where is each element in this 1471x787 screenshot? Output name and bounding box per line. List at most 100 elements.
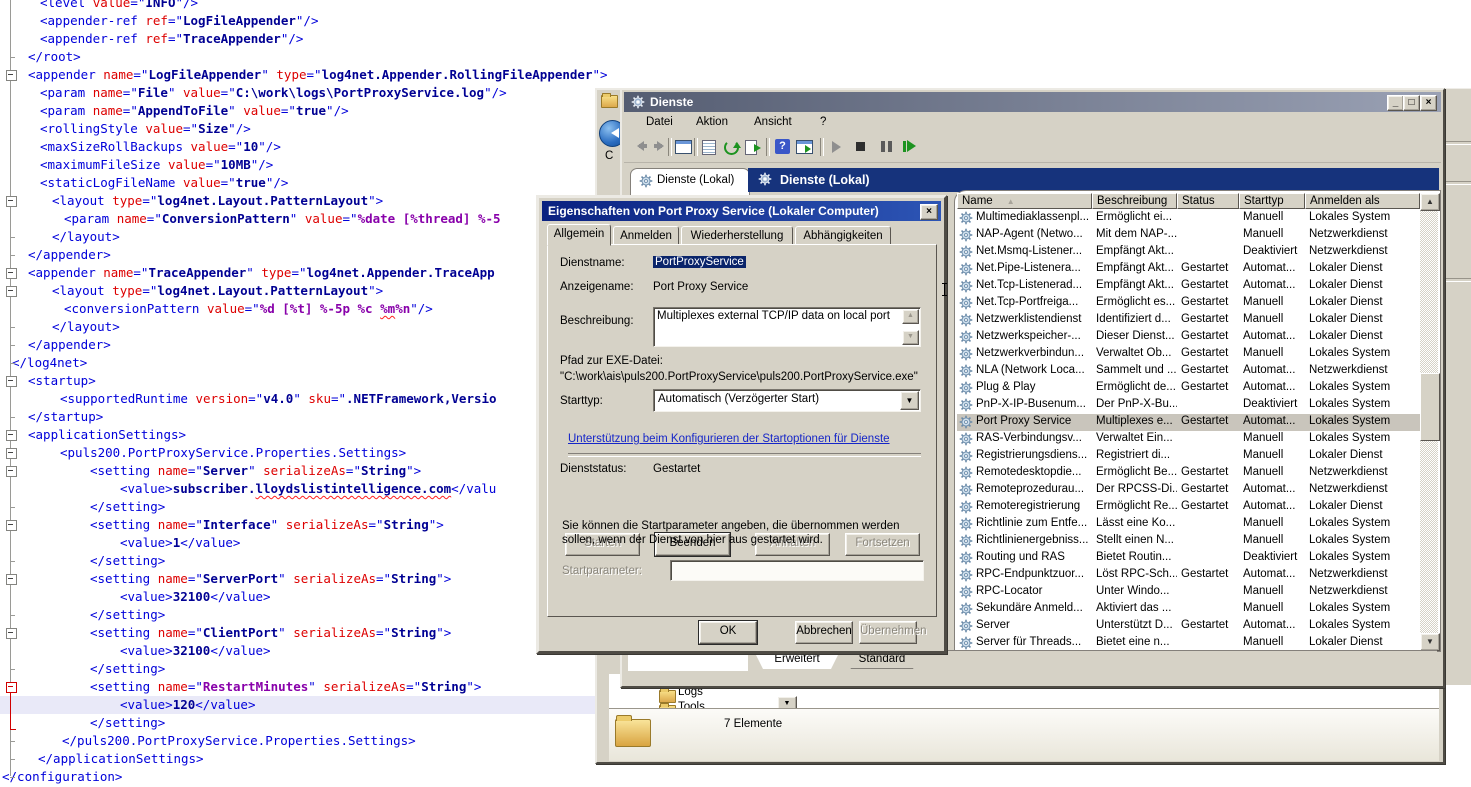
startup-type-select[interactable]: Automatisch (Verzögerter Start) ▼ [653, 389, 921, 412]
dialog-tab-anmelden[interactable]: Anmelden [613, 226, 679, 245]
scroll-down-button[interactable]: ▼ [902, 330, 919, 345]
fold-toggle[interactable] [6, 430, 17, 441]
start-params-input[interactable] [670, 560, 924, 581]
fold-toggle[interactable] [6, 466, 17, 477]
tree-pane-bottom [628, 651, 748, 671]
service-row[interactable]: RPC-LocatorUnter Windo...ManuellNetzwerk… [957, 584, 1420, 601]
menu-item-4[interactable]: ? [816, 115, 830, 129]
fold-toggle[interactable] [6, 376, 17, 387]
service-description: Ermöglicht Re... [1096, 500, 1177, 512]
column-header-starttyp[interactable]: Starttyp [1239, 193, 1305, 209]
code-line: <value>subscriber.lloydslistintelligence… [0, 480, 496, 498]
back-icon [632, 138, 651, 156]
menu-item-1[interactable]: Datei [642, 115, 677, 129]
back-button[interactable] [632, 138, 651, 156]
service-row[interactable]: Registrierungsdiens...Registriert di...M… [957, 448, 1420, 465]
dialog-tab-abhangigkeiten[interactable]: Abhängigkeiten [795, 226, 891, 245]
title-bar[interactable]: Dienste _□× [624, 92, 1441, 112]
fold-toggle[interactable] [6, 70, 17, 81]
fold-toggle[interactable] [6, 682, 17, 693]
service-row[interactable]: Port Proxy ServiceMultiplexes e...Gestar… [957, 414, 1420, 431]
extended-standard-view-button[interactable] [796, 138, 815, 156]
combo-dropdown-button[interactable]: ▼ [900, 391, 919, 410]
help-button[interactable]: ? [774, 138, 793, 156]
console-tree-root-tab[interactable]: Dienste (Lokal) [630, 168, 750, 193]
fold-toggle[interactable] [6, 196, 17, 207]
services-list[interactable]: Multimediaklassenpl...Ermöglicht ei...Ma… [957, 210, 1420, 650]
service-row[interactable]: Net.Tcp-Portfreiga...Ermöglicht es...Ges… [957, 295, 1420, 312]
service-name: Net.Pipe-Listenera... [976, 262, 1092, 274]
fold-toggle[interactable] [6, 628, 17, 639]
description-textarea[interactable]: Multiplexes external TCP/IP data on loca… [653, 307, 921, 347]
scroll-up-button[interactable]: ▲ [902, 309, 919, 324]
start-service-button[interactable] [828, 138, 847, 156]
dialog-tab-allgemein[interactable]: Allgemein [547, 224, 611, 246]
column-header-label: Status [1182, 195, 1215, 207]
toolbar-separator [766, 138, 770, 156]
ok-button[interactable]: OK [699, 621, 757, 644]
column-header-beschreibung[interactable]: Beschreibung [1092, 193, 1177, 209]
service-row[interactable]: NetzwerklistendienstIdentifiziert d...Ge… [957, 312, 1420, 329]
service-row[interactable]: Net.Pipe-Listenera...Empfängt Akt...Gest… [957, 261, 1420, 278]
general-tab-page: Dienstname: PortProxyService Anzeigename… [547, 244, 937, 617]
dialog-tab-wiederherstellung[interactable]: Wiederherstellung [681, 226, 793, 245]
fold-toggle[interactable] [6, 574, 17, 585]
pause-service-button[interactable] [876, 138, 895, 156]
abbrechen-button[interactable]: Abbrechen [795, 621, 853, 644]
close-button[interactable]: × [920, 204, 938, 220]
service-starttype: Manuell [1243, 636, 1305, 648]
service-row[interactable]: NAP-Agent (Netwo...Mit dem NAP-...Manuel… [957, 227, 1420, 244]
ubernehmen-button[interactable]: Übernehmen [859, 621, 917, 644]
service-gear-icon [959, 568, 973, 585]
service-row[interactable]: Plug & PlayErmöglicht de...GestartetAuto… [957, 380, 1420, 397]
fold-toggle[interactable] [6, 286, 17, 297]
vertical-scrollbar[interactable]: ▲ ▼ [1420, 193, 1438, 649]
column-header-status[interactable]: Status [1177, 193, 1239, 209]
scroll-up-button[interactable]: ▲ [1420, 193, 1440, 211]
service-row[interactable]: NLA (Network Loca...Sammelt und ...Gesta… [957, 363, 1420, 380]
export-list-button[interactable] [744, 138, 763, 156]
scrollbar-thumb[interactable] [1420, 373, 1440, 441]
service-row[interactable]: Netzwerkspeicher-...Dieser Dienst...Gest… [957, 329, 1420, 346]
show-console-tree-button[interactable] [674, 138, 693, 156]
service-row[interactable]: Routing und RASBietet Routin...Deaktivie… [957, 550, 1420, 567]
menu-item-2[interactable]: Aktion [692, 115, 732, 129]
service-row[interactable]: RAS-Verbindungsv...Verwaltet Ein...Manue… [957, 431, 1420, 448]
service-row[interactable]: Richtlinienergebniss...Stellt einen N...… [957, 533, 1420, 550]
service-row[interactable]: Sekundäre Anmeld...Aktiviert das ...Manu… [957, 601, 1420, 618]
minimize-button[interactable]: _ [1387, 95, 1404, 111]
close-button[interactable]: × [1420, 95, 1437, 111]
service-row[interactable]: Richtlinie zum Entfe...Lässt eine Ko...M… [957, 516, 1420, 533]
service-starttype: Deaktiviert [1243, 245, 1305, 257]
startup-options-help-link[interactable]: Unterstützung beim Konfigurieren der Sta… [568, 433, 890, 445]
maximize-button[interactable]: □ [1403, 95, 1420, 111]
stop-service-button[interactable] [852, 138, 871, 156]
service-row[interactable]: Server für Threads...Bietet eine n...Man… [957, 635, 1420, 650]
scroll-down-button[interactable]: ▼ [1420, 633, 1440, 651]
title-bar[interactable]: Eigenschaften von Port Proxy Service (Lo… [542, 201, 941, 221]
service-row[interactable]: PnP-X-IP-Busenum...Der PnP-X-Bu...Deakti… [957, 397, 1420, 414]
service-gear-icon [959, 381, 973, 398]
exe-path-value: "C:\work\ais\puls200.PortProxyService\pu… [560, 371, 918, 383]
fold-toggle[interactable] [6, 520, 17, 531]
column-header-name[interactable]: Name▲ [957, 193, 1092, 209]
restart-service-button[interactable] [900, 138, 919, 156]
fold-toggle[interactable] [6, 268, 17, 279]
properties-button[interactable] [700, 138, 719, 156]
chevron-up-icon: ▲ [907, 312, 914, 319]
fold-toggle[interactable] [6, 448, 17, 459]
service-row[interactable]: Netzwerkverbindun...Verwaltet Ob...Gesta… [957, 346, 1420, 363]
menu-item-3[interactable]: Ansicht [750, 115, 796, 129]
service-row[interactable]: Remotedesktopdie...Ermöglicht Be...Gesta… [957, 465, 1420, 482]
service-row[interactable]: ServerUnterstützt D...GestartetAutomat..… [957, 618, 1420, 635]
refresh-button[interactable] [722, 138, 741, 156]
column-header-anmelden-als[interactable]: Anmelden als [1305, 193, 1420, 209]
service-row[interactable]: Remoteprozedurau...Der RPCSS-Di...Gestar… [957, 482, 1420, 499]
service-name-value[interactable]: PortProxyService [653, 256, 746, 268]
service-row[interactable]: RemoteregistrierungErmöglicht Re...Gesta… [957, 499, 1420, 516]
service-row[interactable]: Multimediaklassenpl...Ermöglicht ei...Ma… [957, 210, 1420, 227]
service-row[interactable]: Net.Tcp-Listenerad...Empfängt Akt...Gest… [957, 278, 1420, 295]
service-row[interactable]: RPC-Endpunktzuor...Löst RPC-Sch...Gestar… [957, 567, 1420, 584]
service-row[interactable]: Net.Msmq-Listener...Empfängt Akt...Deakt… [957, 244, 1420, 261]
forward-button[interactable] [650, 138, 669, 156]
